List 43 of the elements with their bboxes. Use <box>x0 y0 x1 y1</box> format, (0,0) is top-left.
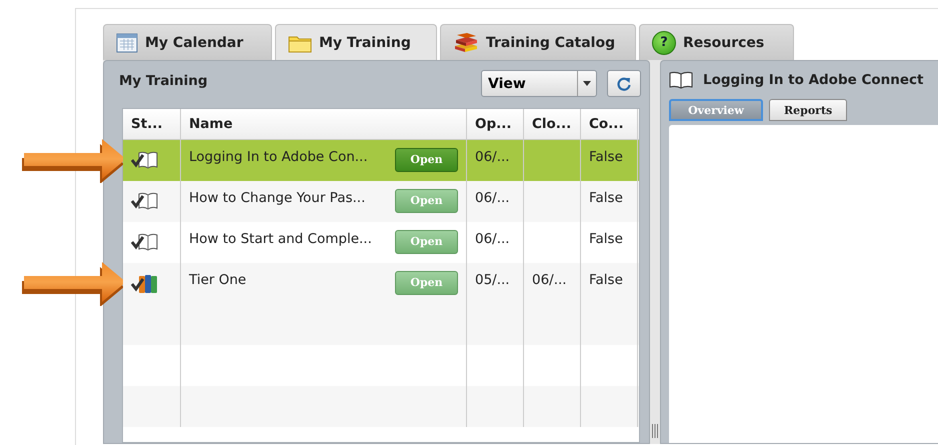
column-header[interactable]: St... <box>123 108 181 139</box>
table-cell: False <box>589 148 623 165</box>
detail-tab[interactable]: Reports <box>769 99 848 121</box>
column-header[interactable]: Co... <box>581 108 638 139</box>
course-name: Logging In to Adobe Con... <box>189 148 368 165</box>
nav-tab[interactable]: My Training <box>275 24 437 60</box>
course-name: How to Change Your Pas... <box>189 190 366 206</box>
panel-title: My Training <box>119 73 208 89</box>
table-cell: False <box>589 230 623 247</box>
table-cell: 06/... <box>475 230 510 247</box>
column-header[interactable]: Name <box>181 108 467 139</box>
book-check-icon <box>131 150 159 170</box>
table-cell: 05/... <box>475 272 510 288</box>
caret-icon <box>583 81 591 86</box>
table-row[interactable]: How to Change Your Pas... Open 06/... False <box>123 180 639 222</box>
nav-tab[interactable]: My Calendar <box>103 24 272 60</box>
book-check-icon <box>131 190 159 211</box>
open-button[interactable]: Open <box>395 148 458 172</box>
table-cell: 06/... <box>532 272 567 288</box>
view-value: View <box>488 76 527 92</box>
table-cell: False <box>589 272 623 288</box>
table-cell: False <box>589 190 623 206</box>
splitter-grip-icon[interactable] <box>652 424 658 438</box>
course-name: Tier One <box>189 272 246 288</box>
refresh-button[interactable] <box>607 70 641 97</box>
detail-title: Logging In to Adobe Connect <box>703 72 924 88</box>
book-check-icon <box>131 232 159 252</box>
books-icon <box>453 32 479 54</box>
table-cell: 06/... <box>475 148 510 165</box>
course-name: How to Start and Comple... <box>189 230 372 247</box>
nav-tab[interactable]: Training Catalog <box>440 24 636 60</box>
table-cell: 06/... <box>475 190 510 206</box>
table-row[interactable]: Tier One Open 05/... 06/... False <box>123 262 639 304</box>
table-row[interactable]: Logging In to Adobe Con... Open 06/... False <box>123 140 639 181</box>
refresh-icon <box>616 76 632 92</box>
view-dropdown[interactable]: View <box>481 70 597 97</box>
column-header[interactable]: Clo... <box>524 108 581 139</box>
books-check-icon <box>131 272 159 295</box>
help-icon: ? <box>652 30 676 54</box>
calendar-icon <box>116 32 138 52</box>
column-header[interactable]: Op... <box>467 108 524 139</box>
nav-tab[interactable]: ? Resources <box>639 24 794 60</box>
book-icon <box>669 71 693 89</box>
